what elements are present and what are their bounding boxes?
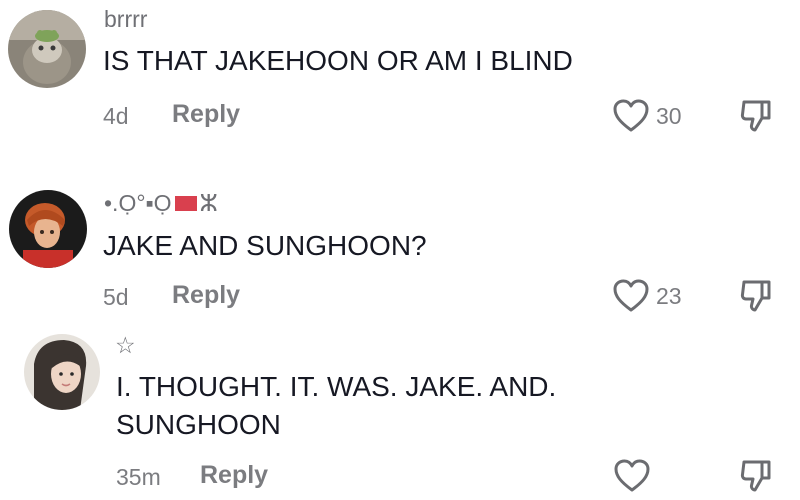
comment-username[interactable]: •.Ọ°▪Ọ ⵣ	[104, 190, 218, 217]
comment-time: 4d	[103, 103, 129, 129]
username-suffix: ⵣ	[199, 190, 218, 216]
comment-time: 5d	[103, 284, 129, 310]
heart-icon	[613, 99, 649, 132]
dislike-icon	[740, 280, 771, 312]
avatar[interactable]	[9, 190, 87, 268]
dislike-button[interactable]	[738, 458, 774, 494]
like-count: 30	[656, 103, 682, 129]
like-button[interactable]	[612, 278, 650, 314]
girl-avatar-icon	[24, 334, 100, 410]
like-button[interactable]	[612, 98, 650, 134]
dislike-icon	[740, 460, 771, 492]
heart-icon	[613, 279, 649, 312]
comment-2: •.Ọ°▪Ọ ⵣ JAKE AND SUNGHOON? 5d Reply 23	[0, 160, 800, 330]
comment-time: 35m	[116, 464, 161, 490]
like-button[interactable]	[613, 458, 651, 494]
username-prefix: •.Ọ°▪Ọ	[104, 190, 172, 216]
person-avatar-icon	[9, 190, 87, 268]
dislike-icon	[740, 100, 771, 132]
dislike-button[interactable]	[738, 278, 774, 314]
comment-username[interactable]: ☆	[115, 332, 136, 359]
avatar[interactable]	[8, 10, 86, 88]
comment-text: JAKE AND SUNGHOON?	[103, 230, 427, 261]
reply-button[interactable]: Reply	[200, 461, 268, 490]
comment-text: I. THOUGHT. IT. WAS. JAKE. AND. SUNGHOON	[116, 371, 557, 440]
reply-button[interactable]: Reply	[172, 281, 240, 310]
comment-text: IS THAT JAKEHOON OR AM I BLIND	[103, 45, 573, 76]
dislike-button[interactable]	[738, 98, 774, 134]
cat-avatar-icon	[8, 10, 86, 88]
like-count: 23	[656, 283, 682, 309]
comment-username[interactable]: brrrr	[104, 6, 147, 33]
comment-1: brrrr IS THAT JAKEHOON OR AM I BLIND 4d …	[0, 0, 800, 160]
heart-icon	[614, 459, 650, 492]
comment-3: ☆ I. THOUGHT. IT. WAS. JAKE. AND. SUNGHO…	[0, 330, 800, 500]
avatar[interactable]	[24, 334, 100, 410]
reply-button[interactable]: Reply	[172, 100, 240, 129]
flag-icon	[174, 196, 197, 212]
